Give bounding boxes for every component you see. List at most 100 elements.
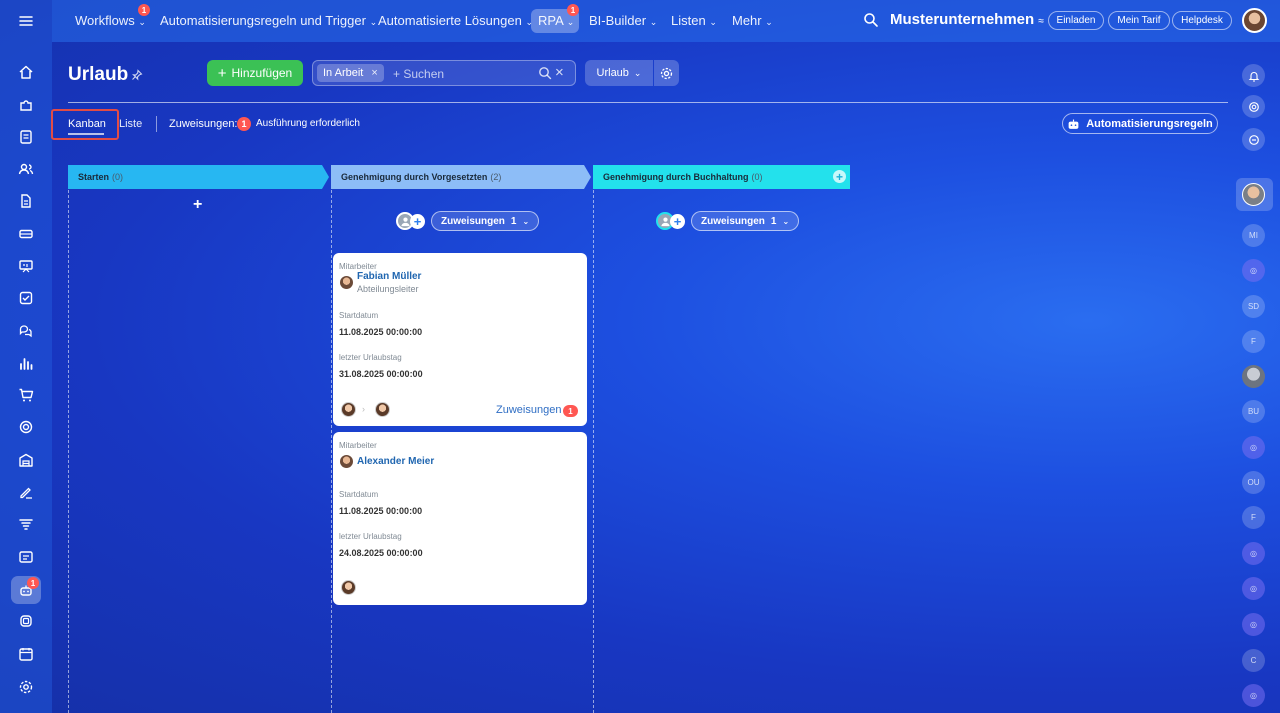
- search-icon[interactable]: [538, 66, 552, 85]
- add-assignee-icon[interactable]: +: [410, 213, 425, 229]
- clear-icon[interactable]: ×: [555, 64, 564, 81]
- nav-automation-rules[interactable]: Automatisierungsregeln und Trigger ⌄: [160, 13, 377, 28]
- feed-icon[interactable]: [14, 125, 38, 149]
- top-navigation: Workflows ⌄ 1 Automatisierungsregeln und…: [52, 0, 1280, 42]
- nav-listen[interactable]: Listen ⌄: [671, 13, 717, 28]
- contact-avatar[interactable]: F: [1242, 330, 1265, 353]
- nav-rpa[interactable]: RPA ⌄: [538, 13, 574, 28]
- kanban-card[interactable]: Mitarbeiter Alexander Meier Startdatum 1…: [333, 432, 587, 605]
- signature-icon[interactable]: [14, 480, 38, 504]
- assignments-badge: 1: [237, 117, 251, 131]
- pin-icon[interactable]: [131, 69, 143, 81]
- column-assign-supervisor[interactable]: + Zuweisungen 1 ⌄: [396, 211, 540, 231]
- hamburger-icon[interactable]: [14, 9, 38, 33]
- chevron-right-icon: ›: [362, 404, 365, 414]
- user-avatar[interactable]: [1242, 8, 1267, 33]
- plus-icon: +: [217, 64, 227, 82]
- view-separator: [156, 116, 157, 132]
- document-icon[interactable]: [14, 189, 38, 213]
- puzzle-icon[interactable]: [14, 93, 38, 117]
- tasks-icon[interactable]: [14, 286, 38, 310]
- avatar[interactable]: [341, 402, 356, 417]
- automation-rules-button[interactable]: Automatisierungsregeln: [1062, 113, 1218, 134]
- contact-avatar[interactable]: SD: [1242, 295, 1265, 318]
- employee-name[interactable]: Fabian Müller: [357, 271, 421, 282]
- presentation-icon[interactable]: [14, 254, 38, 278]
- assignments-dropdown[interactable]: Zuweisungen 1 ⌄: [691, 211, 800, 231]
- tab-kanban-underline: [68, 133, 104, 135]
- stage-header-supervisor[interactable]: Genehmigung durch Vorgesetzten (2): [331, 165, 585, 189]
- home-icon[interactable]: [14, 60, 38, 84]
- assignments-text[interactable]: Ausführung erforderlich: [256, 118, 360, 129]
- nav-automated-solutions[interactable]: Automatisierte Lösungen ⌄: [378, 13, 533, 28]
- openchannel-icon[interactable]: ◎: [1242, 436, 1265, 459]
- nav-rpa-badge: 1: [567, 4, 579, 16]
- openchannel-icon[interactable]: ◎: [1242, 684, 1265, 707]
- avatar[interactable]: [1242, 183, 1265, 206]
- nav-more[interactable]: Mehr ⌄: [732, 13, 773, 28]
- chevron-down-icon: ⌄: [522, 216, 530, 226]
- target-icon[interactable]: [14, 415, 38, 439]
- calendar-icon[interactable]: [14, 642, 38, 666]
- stage-header-accounting[interactable]: Genehmigung durch Buchhaltung (0): [593, 165, 823, 189]
- contact-avatar[interactable]: OU: [1242, 471, 1265, 494]
- cart-icon[interactable]: [14, 383, 38, 407]
- employee-label: Mitarbeiter: [339, 441, 377, 450]
- end-label: letzter Urlaubstag: [339, 353, 402, 362]
- left-sidebar: 1: [0, 0, 52, 713]
- stage-header-starten[interactable]: Starten (0): [68, 165, 322, 189]
- nav-workflows[interactable]: Workflows ⌄: [75, 13, 146, 28]
- openchannel-icon[interactable]: ◎: [1242, 577, 1265, 600]
- add-button[interactable]: + Hinzufügen: [207, 60, 303, 86]
- start-date: 11.08.2025 00:00:00: [339, 506, 423, 516]
- contacts-icon[interactable]: [14, 157, 38, 181]
- card-icon[interactable]: [14, 222, 38, 246]
- avatar[interactable]: [375, 402, 390, 417]
- avatar[interactable]: [1242, 365, 1265, 388]
- openchannel-icon[interactable]: ◎: [1242, 259, 1265, 282]
- chat-icon[interactable]: [14, 319, 38, 343]
- assignments-label: Zuweisungen:: [169, 118, 238, 130]
- bell-icon[interactable]: [1242, 64, 1265, 87]
- openchannel-icon[interactable]: ◎: [1242, 613, 1265, 636]
- close-icon[interactable]: ×: [371, 67, 377, 79]
- warehouse-icon[interactable]: [14, 448, 38, 472]
- contact-avatar[interactable]: BU: [1242, 400, 1265, 423]
- contact-avatar[interactable]: F: [1242, 506, 1265, 529]
- avatar[interactable]: [341, 580, 356, 595]
- search-input[interactable]: [393, 65, 523, 82]
- plan-button[interactable]: Mein Tarif: [1108, 11, 1170, 30]
- contact-avatar[interactable]: MI: [1242, 224, 1265, 247]
- filter-search-box[interactable]: In Arbeit × ×: [312, 60, 576, 86]
- search-icon[interactable]: [863, 12, 879, 33]
- filter-tag[interactable]: In Arbeit ×: [317, 64, 384, 82]
- nav-bi-builder[interactable]: BI-Builder ⌄: [589, 13, 657, 28]
- tab-kanban[interactable]: Kanban: [68, 118, 106, 130]
- openchannel-icon[interactable]: ◎: [1242, 542, 1265, 565]
- assignments-dropdown[interactable]: Zuweisungen 1 ⌄: [431, 211, 540, 231]
- helpdesk-button[interactable]: Helpdesk: [1172, 11, 1232, 30]
- start-label: Startdatum: [339, 311, 379, 320]
- kanban-card[interactable]: Mitarbeiter Fabian Müller Abteilungsleit…: [333, 253, 587, 426]
- stack-icon[interactable]: [14, 609, 38, 633]
- tab-liste[interactable]: Liste: [119, 118, 142, 130]
- employee-name[interactable]: Alexander Meier: [357, 456, 434, 467]
- copilot-icon[interactable]: [1242, 95, 1265, 118]
- chat-search-icon[interactable]: [1242, 128, 1265, 151]
- analytics-icon[interactable]: [14, 351, 38, 375]
- gear-button[interactable]: [654, 60, 679, 86]
- column-assign-accounting[interactable]: + Zuweisungen 1 ⌄: [656, 211, 800, 231]
- right-sidebar: MI ◎ SD F BU ◎ OU F ◎ ◎ ◎ C ◎: [1228, 42, 1280, 713]
- company-name[interactable]: Musterunternehmen ≈: [890, 11, 1044, 28]
- column-border: [593, 190, 594, 713]
- contact-avatar[interactable]: C: [1242, 649, 1265, 672]
- view-select[interactable]: Urlaub ⌄: [585, 60, 653, 86]
- add-item-button[interactable]: +: [193, 196, 202, 214]
- add-stage-button[interactable]: +: [833, 170, 846, 184]
- add-assignee-icon[interactable]: +: [670, 213, 685, 229]
- settings-icon[interactable]: [14, 675, 38, 699]
- filter-icon[interactable]: [14, 512, 38, 536]
- card-assignments-link[interactable]: Zuweisungen: [496, 404, 561, 416]
- invite-button[interactable]: Einladen: [1048, 11, 1104, 30]
- sites-icon[interactable]: [14, 545, 38, 569]
